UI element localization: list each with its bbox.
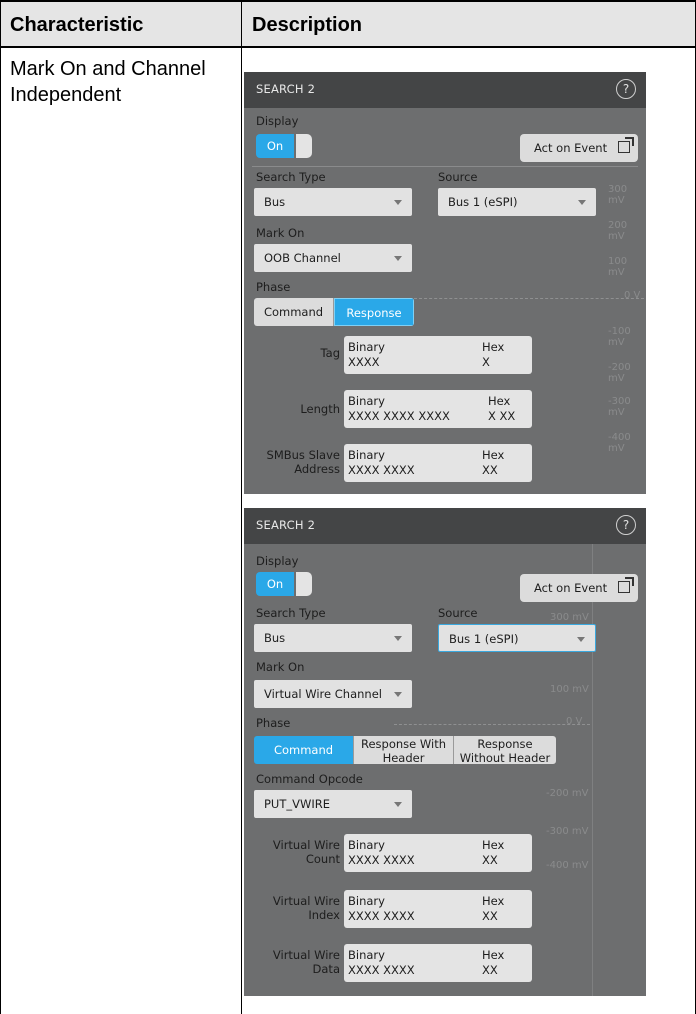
chevron-down-icon <box>394 200 402 205</box>
scale-label: -300 mV <box>608 396 631 418</box>
scale-label: 100 mV <box>608 256 628 278</box>
scale-label: -400 mV <box>608 432 631 454</box>
vw-count-label: Virtual Wire Count <box>272 838 340 866</box>
display-toggle[interactable]: On <box>256 134 312 158</box>
side-divider <box>592 544 593 996</box>
act-on-event-label: Act on Event <box>534 581 608 595</box>
characteristic-line-1: Mark On and Channel <box>10 58 206 80</box>
zero-line <box>394 724 590 725</box>
mark-on-value: Virtual Wire Channel <box>264 687 382 701</box>
panel-title: SEARCH 2 <box>256 518 316 532</box>
external-link-icon <box>618 577 634 593</box>
characteristic-line-2: Independent <box>10 84 122 106</box>
search-type-dropdown[interactable]: Bus <box>254 188 412 216</box>
table-column-divider <box>241 0 242 1014</box>
phase-response-with-header-button[interactable]: Response With Header <box>354 736 454 764</box>
command-opcode-label: Command Opcode <box>256 772 363 786</box>
vw-index-label: Virtual Wire Index <box>272 894 340 922</box>
help-icon[interactable]: ? <box>616 79 636 99</box>
source-value: Bus 1 (eSPI) <box>448 195 518 209</box>
phase-label: Phase <box>256 716 291 730</box>
phase-response-button[interactable]: Response <box>334 298 414 326</box>
mark-on-label: Mark On <box>256 226 305 240</box>
source-label: Source <box>438 606 478 620</box>
search-type-value: Bus <box>264 631 286 645</box>
panel-title-bar: SEARCH 2 ? <box>244 72 646 108</box>
chevron-down-icon <box>577 637 585 642</box>
command-opcode-value: PUT_VWIRE <box>264 797 331 811</box>
vw-count-field[interactable]: Binary Hex XXXX XXXX XX <box>344 834 532 872</box>
display-label: Display <box>256 114 299 128</box>
scale-label: -200 mV <box>608 362 631 384</box>
toggle-on-label: On <box>256 134 294 158</box>
scale-label: 300 mV <box>608 184 628 206</box>
chevron-down-icon <box>394 256 402 261</box>
scale-label: -200 mV <box>546 788 589 799</box>
act-on-event-button[interactable]: Act on Event <box>520 574 638 602</box>
header-description: Description <box>252 14 363 36</box>
header-characteristic: Characteristic <box>10 14 144 36</box>
vw-index-field[interactable]: Binary Hex XXXX XXXX XX <box>344 890 532 928</box>
scale-label: 0 V <box>624 290 641 301</box>
mark-on-dropdown[interactable]: OOB Channel <box>254 244 412 272</box>
phase-command-button[interactable]: Command <box>254 298 334 326</box>
scale-label: 300 mV <box>550 612 589 623</box>
vw-data-label: Virtual Wire Data <box>272 948 340 976</box>
phase-response-without-header-button[interactable]: Response Without Header <box>454 736 556 764</box>
divider <box>252 166 638 167</box>
search-type-dropdown[interactable]: Bus <box>254 624 412 652</box>
mark-on-value: OOB Channel <box>264 251 341 265</box>
search-panel-virtual-wire: 300 mV 100 mV 0 V -200 mV -300 mV -400 m… <box>244 508 646 996</box>
source-value: Bus 1 (eSPI) <box>449 632 519 646</box>
phase-command-button[interactable]: Command <box>254 736 354 764</box>
source-dropdown[interactable]: Bus 1 (eSPI) <box>438 188 596 216</box>
search-type-label: Search Type <box>256 606 326 620</box>
command-opcode-dropdown[interactable]: PUT_VWIRE <box>254 790 412 818</box>
display-label: Display <box>256 554 299 568</box>
search-type-label: Search Type <box>256 170 326 184</box>
table-border-left <box>0 0 1 1014</box>
length-label: Length <box>300 402 340 416</box>
zero-line <box>414 298 644 299</box>
smbus-slave-address-label: SMBus Slave Address <box>266 448 340 476</box>
scale-label: -100 mV <box>608 326 631 348</box>
vw-data-field[interactable]: Binary Hex XXXX XXXX XX <box>344 944 532 982</box>
search-type-value: Bus <box>264 195 286 209</box>
panel-title-bar: SEARCH 2 ? <box>244 508 646 544</box>
panel-title: SEARCH 2 <box>256 82 316 96</box>
source-dropdown[interactable]: Bus 1 (eSPI) <box>438 624 596 652</box>
phase-selector: Command Response With Header Response Wi… <box>254 736 556 764</box>
scale-label: 100 mV <box>550 684 589 695</box>
toggle-knob <box>296 572 312 596</box>
scale-label: 0 V <box>566 716 583 727</box>
display-toggle[interactable]: On <box>256 572 312 596</box>
mark-on-label: Mark On <box>256 660 305 674</box>
help-icon[interactable]: ? <box>616 515 636 535</box>
chevron-down-icon <box>394 802 402 807</box>
chevron-down-icon <box>394 692 402 697</box>
smbus-slave-address-field[interactable]: Binary Hex XXXX XXXX XX <box>344 444 532 482</box>
scale-label: -400 mV <box>546 860 589 871</box>
external-link-icon <box>618 137 634 153</box>
characteristic-cell: Mark On and Channel Independent <box>10 56 235 108</box>
scale-label: 200 mV <box>608 220 628 242</box>
mark-on-dropdown[interactable]: Virtual Wire Channel <box>254 680 412 708</box>
search-panel-oob: 300 mV 200 mV 100 mV 0 V -100 mV -200 mV… <box>244 72 646 494</box>
table-header: Characteristic Description <box>0 0 696 48</box>
tag-field[interactable]: Binary Hex XXXX X <box>344 336 532 374</box>
chevron-down-icon <box>578 200 586 205</box>
chevron-down-icon <box>394 636 402 641</box>
act-on-event-label: Act on Event <box>534 141 608 155</box>
phase-label: Phase <box>256 280 291 294</box>
act-on-event-button[interactable]: Act on Event <box>520 134 638 162</box>
toggle-knob <box>296 134 312 158</box>
toggle-on-label: On <box>256 572 294 596</box>
phase-selector: Command Response <box>254 298 414 326</box>
length-field[interactable]: Binary Hex XXXX XXXX XXXX X XX <box>344 390 532 428</box>
source-label: Source <box>438 170 478 184</box>
tag-label: Tag <box>320 346 340 360</box>
scale-label: -300 mV <box>546 826 589 837</box>
